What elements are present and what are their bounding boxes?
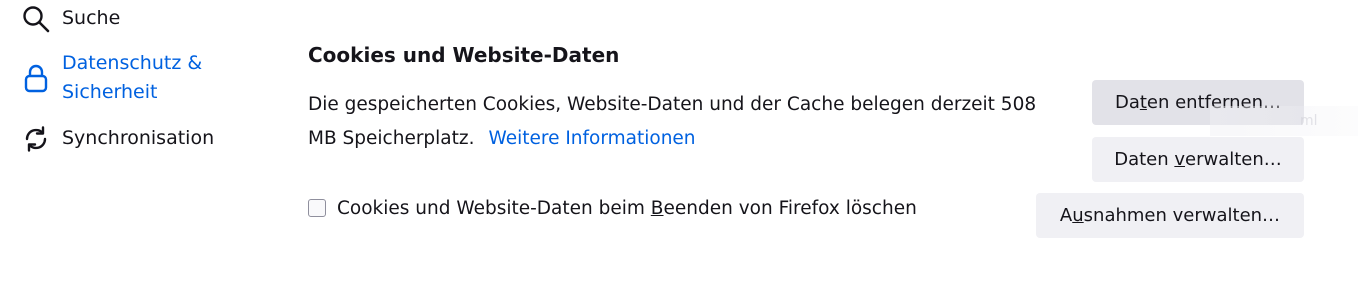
learn-more-link[interactable]: Weitere Informationen xyxy=(489,128,696,149)
cookies-description: Die gespeicherten Cookies, Website-Daten… xyxy=(308,88,1043,156)
section-title: Cookies und Website-Daten xyxy=(308,43,620,67)
sidebar-item-label: Synchronisation xyxy=(62,127,215,149)
manage-data-button[interactable]: Daten verwalten… xyxy=(1092,137,1304,182)
clear-on-exit-checkbox[interactable] xyxy=(308,199,326,217)
sidebar-item-label: Suche xyxy=(62,7,121,29)
sidebar-item-privacy[interactable]: Datenschutz & Sicherheit xyxy=(20,49,222,107)
sidebar-item-sync[interactable]: Synchronisation xyxy=(20,124,214,153)
ghost-overlay: ml xyxy=(1210,106,1358,136)
search-icon xyxy=(20,4,52,33)
manage-exceptions-button[interactable]: Ausnahmen verwalten… xyxy=(1036,193,1304,238)
sidebar-item-search[interactable]: Suche xyxy=(20,4,120,33)
lock-icon xyxy=(20,49,52,107)
clear-on-exit-label[interactable]: Cookies und Website-Daten beim Beenden v… xyxy=(337,198,917,219)
sidebar-item-label: Datenschutz & Sicherheit xyxy=(62,52,203,103)
clear-on-exit-row: Cookies und Website-Daten beim Beenden v… xyxy=(308,193,917,223)
sync-icon xyxy=(20,124,52,153)
